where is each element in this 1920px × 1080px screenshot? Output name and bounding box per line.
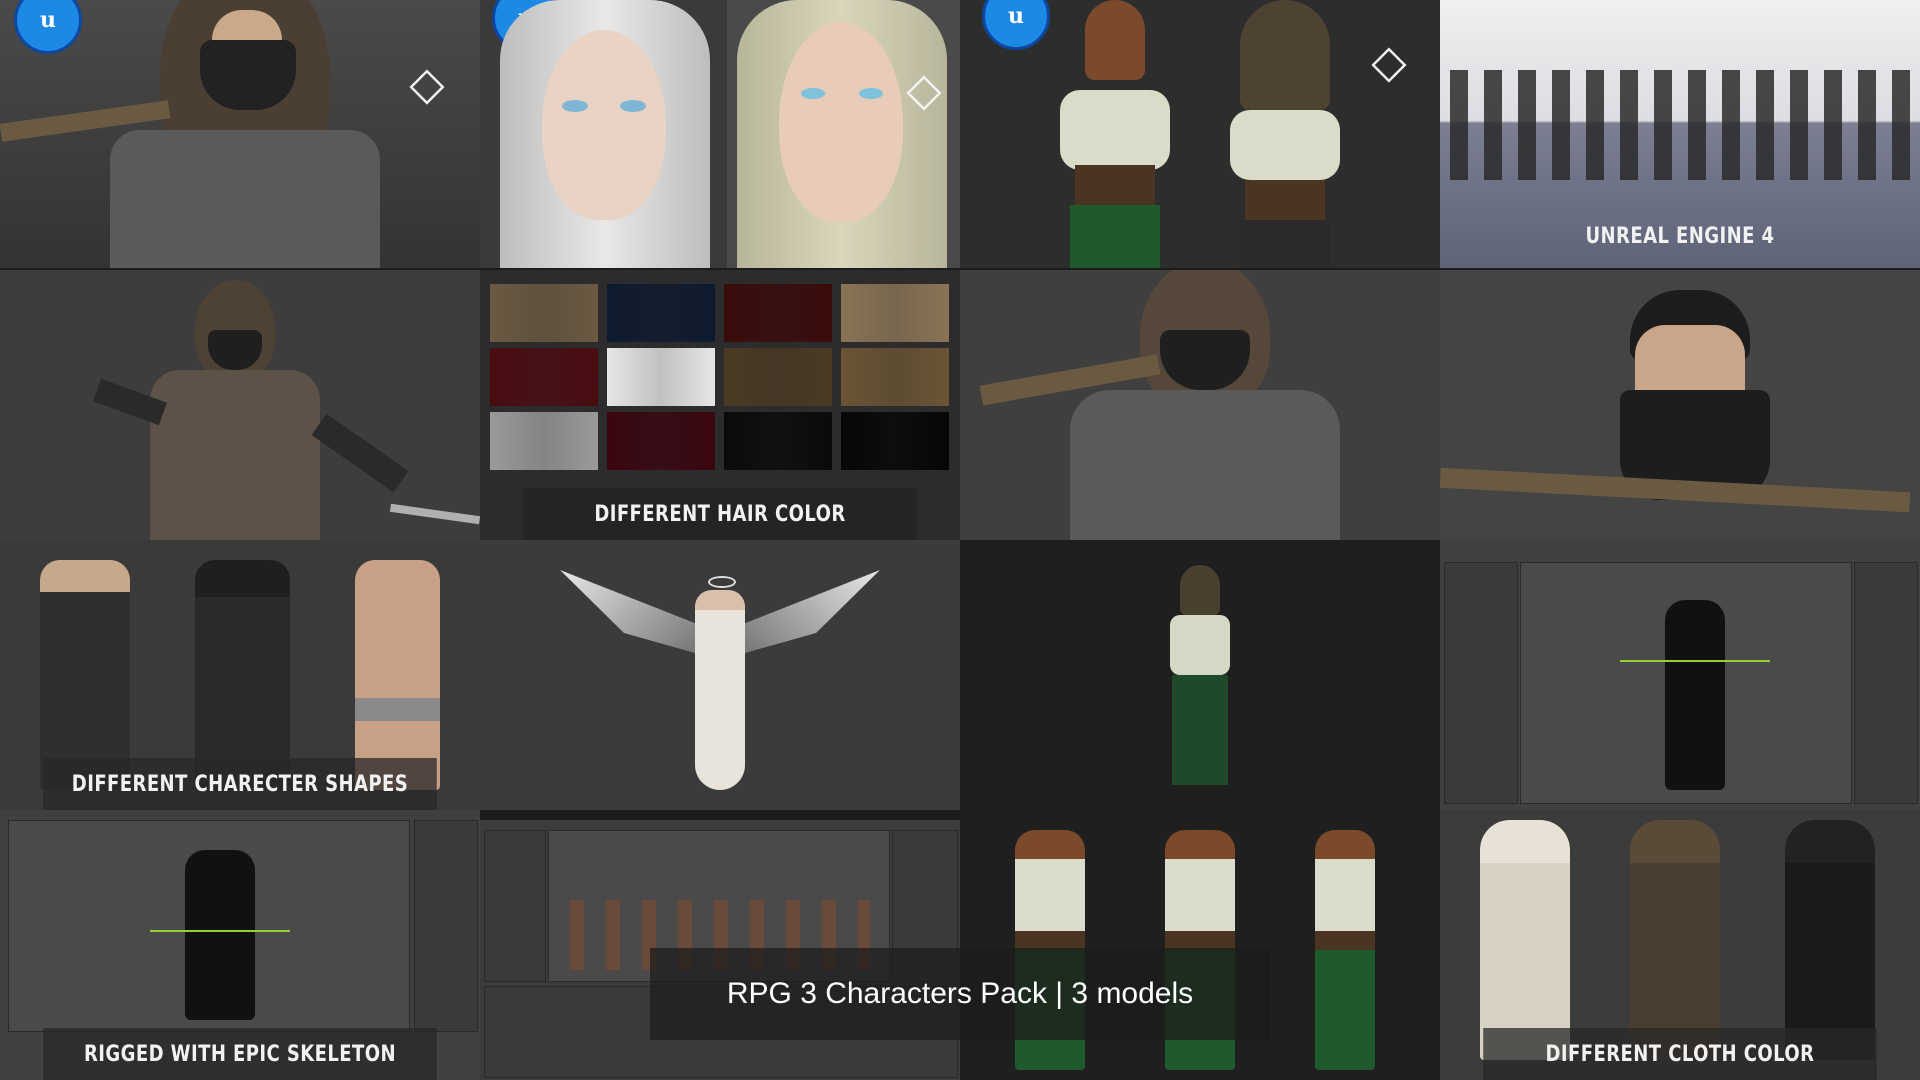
hair-swatch: [841, 284, 949, 342]
female-face: [542, 30, 666, 220]
skeleton-lines: [1620, 660, 1770, 662]
caption-cloth-color: DIFFERENT CLOTH COLOR: [1483, 1028, 1877, 1080]
caption-rigged: RIGGED WITH EPIC SKELETON: [43, 1028, 437, 1080]
tools-panel[interactable]: [1854, 562, 1918, 804]
tile-female-face-dark: u: [480, 0, 727, 268]
hair-swatch: [724, 284, 832, 342]
rogue-body: [150, 370, 320, 540]
hair-swatch: [607, 284, 715, 342]
product-collage: u ◇ u ◇ u ◇: [0, 0, 1920, 1080]
tile-rig-editor-right: [1440, 540, 1920, 810]
eye-left: [801, 88, 825, 99]
hair-swatch: [490, 412, 598, 470]
sword: [389, 503, 480, 525]
rogue-body: [1070, 390, 1340, 540]
eye-right: [620, 100, 646, 112]
hair-swatch: [490, 348, 598, 406]
tile-hooded-rogue-closeup: u ◇: [0, 0, 480, 268]
tile-two-female-characters: u ◇: [960, 0, 1440, 268]
tile-hair-colors: DIFFERENT HAIR COLOR: [480, 270, 960, 540]
hair-swatch: [724, 348, 832, 406]
skeleton-lines: [150, 930, 290, 932]
rogue-mask: [200, 40, 296, 110]
tile-angel: [480, 540, 960, 810]
hair-swatch: [841, 348, 949, 406]
female-hooded-character: [1160, 565, 1240, 795]
product-title: RPG 3 Characters Pack | 3 models: [726, 977, 1194, 1010]
outfit-brown: [1630, 820, 1720, 1060]
character-lineup: [1450, 70, 1910, 180]
tile-character-shapes: DIFFERENT CHARECTER SHAPES: [0, 540, 480, 810]
male-rogue-outfit: [195, 560, 290, 790]
caption-hair-color: DIFFERENT HAIR COLOR: [523, 488, 917, 540]
male-base-clothed: [40, 560, 130, 790]
hair-swatch: [490, 284, 598, 342]
unity-logo-icon: ◇: [1371, 34, 1407, 88]
hair-swatch: [607, 348, 715, 406]
female-character-1: [1040, 0, 1190, 268]
tile-female-hooded-dark: [960, 540, 1440, 810]
rigged-figure: [1665, 600, 1725, 790]
unity-logo-icon: ◇: [409, 56, 445, 110]
unreal-engine-logo-icon: u: [14, 0, 82, 54]
eye-right: [859, 88, 883, 99]
hair-swatch: [724, 412, 832, 470]
eye-left: [562, 100, 588, 112]
hair-swatch: [607, 412, 715, 470]
tile-cloth-colors: DIFFERENT CLOTH COLOR: [1440, 810, 1920, 1080]
hair-swatch: [841, 412, 949, 470]
female-side-view: [1315, 830, 1375, 1070]
male-base-body: [355, 560, 440, 790]
rogue-arm-right: [311, 413, 409, 493]
outfit-black: [1785, 820, 1875, 1060]
tile-female-face-light: ◇: [727, 0, 960, 268]
angel-body: [695, 590, 745, 790]
tools-panel[interactable]: [414, 820, 478, 1032]
unity-logo-icon: ◇: [906, 62, 942, 116]
tile-rig-editor-left: RIGGED WITH EPIC SKELETON: [0, 810, 480, 1080]
product-title-banner: RPG 3 Characters Pack | 3 models: [650, 948, 1270, 1040]
female-face: [779, 22, 903, 222]
caption-character-shapes: DIFFERENT CHARECTER SHAPES: [43, 758, 437, 810]
halo: [708, 576, 736, 588]
outfit-white: [1480, 820, 1570, 1060]
female-character-2: [1210, 0, 1360, 268]
rigged-figure: [185, 850, 255, 1020]
outliner-panel[interactable]: [1444, 562, 1518, 804]
rogue-body: [110, 130, 380, 268]
caption-unreal-engine: UNREAL ENGINE 4: [1585, 223, 1775, 249]
tile-male-unmasked: [1440, 270, 1920, 540]
tile-rogue-medium: [960, 270, 1440, 540]
hierarchy-panel[interactable]: [484, 830, 546, 982]
tile-unreal-engine-lineup: UNREAL ENGINE 4: [1440, 0, 1920, 268]
tile-rogue-fullbody: [0, 270, 480, 540]
